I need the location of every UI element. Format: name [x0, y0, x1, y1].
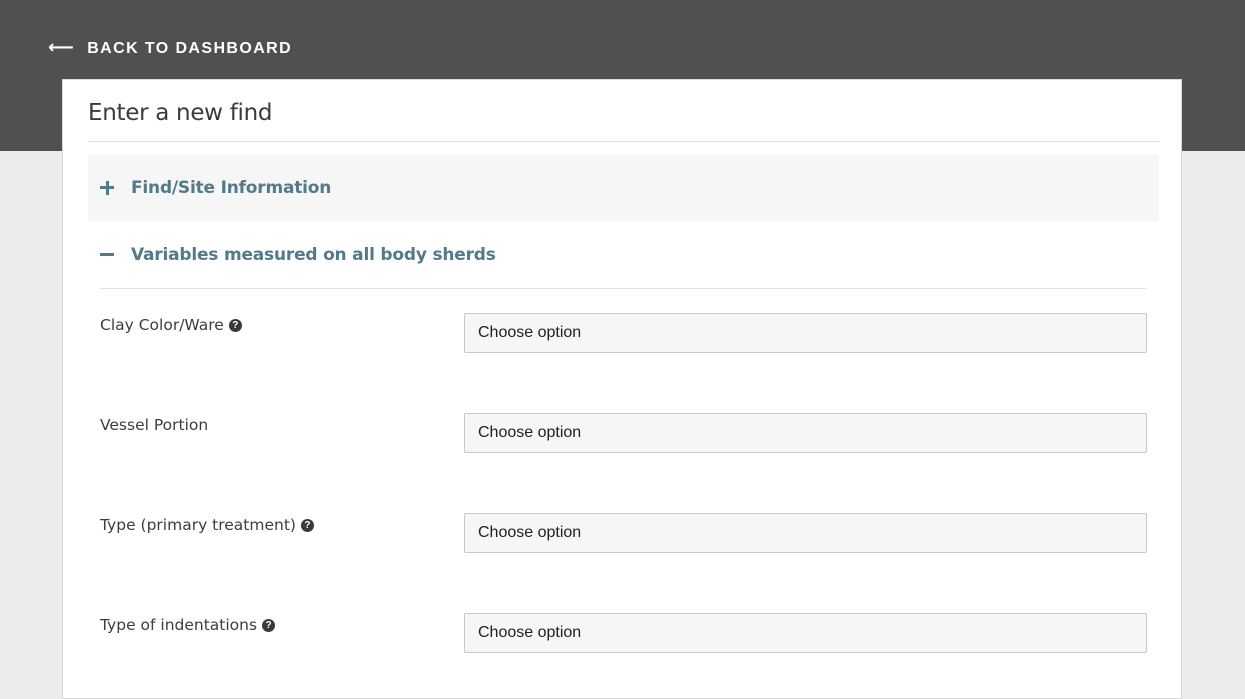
- field-row-clay-color-ware: Clay Color/Ware ? Choose option: [100, 313, 1147, 353]
- clay-color-ware-select[interactable]: Choose option: [464, 313, 1147, 353]
- new-find-form-card: Enter a new find Find/Site Information V…: [62, 79, 1182, 699]
- field-label-text: Type of indentations: [100, 616, 258, 634]
- field-row-type-primary-treatment: Type (primary treatment) ? Choose option: [100, 513, 1147, 553]
- title-divider: [88, 141, 1159, 142]
- back-link-label: BACK TO DASHBOARD: [87, 39, 293, 57]
- page-title: Enter a new find: [88, 100, 273, 126]
- section-body-sherd-variables[interactable]: Variables measured on all body sherds: [88, 222, 1159, 288]
- section-find-site-information[interactable]: Find/Site Information: [88, 155, 1159, 221]
- plus-icon: [100, 181, 114, 195]
- field-label-text: Vessel Portion: [100, 416, 209, 434]
- field-label: Type of indentations ?: [100, 616, 276, 634]
- vessel-portion-select[interactable]: Choose option: [464, 413, 1147, 453]
- help-icon[interactable]: ?: [228, 318, 242, 332]
- type-of-indentations-select[interactable]: Choose option: [464, 613, 1147, 653]
- field-row-vessel-portion: Vessel Portion Choose option: [100, 413, 1147, 453]
- type-primary-treatment-select[interactable]: Choose option: [464, 513, 1147, 553]
- field-label-text: Clay Color/Ware: [100, 316, 224, 334]
- field-row-type-of-indentations: Type of indentations ? Choose option: [100, 613, 1147, 653]
- help-icon[interactable]: ?: [262, 618, 276, 632]
- back-to-dashboard-link[interactable]: ⟵ BACK TO DASHBOARD: [48, 37, 293, 59]
- help-icon[interactable]: ?: [300, 518, 314, 532]
- field-label-text: Type (primary treatment): [100, 516, 296, 534]
- minus-icon: [100, 248, 114, 262]
- field-label: Type (primary treatment) ?: [100, 516, 314, 534]
- field-label: Vessel Portion: [100, 416, 208, 434]
- field-label: Clay Color/Ware ?: [100, 316, 242, 334]
- arrow-left-icon: ⟵: [48, 37, 76, 57]
- section-label: Find/Site Information: [131, 178, 332, 198]
- section-divider: [100, 288, 1147, 289]
- section-label: Variables measured on all body sherds: [131, 245, 496, 265]
